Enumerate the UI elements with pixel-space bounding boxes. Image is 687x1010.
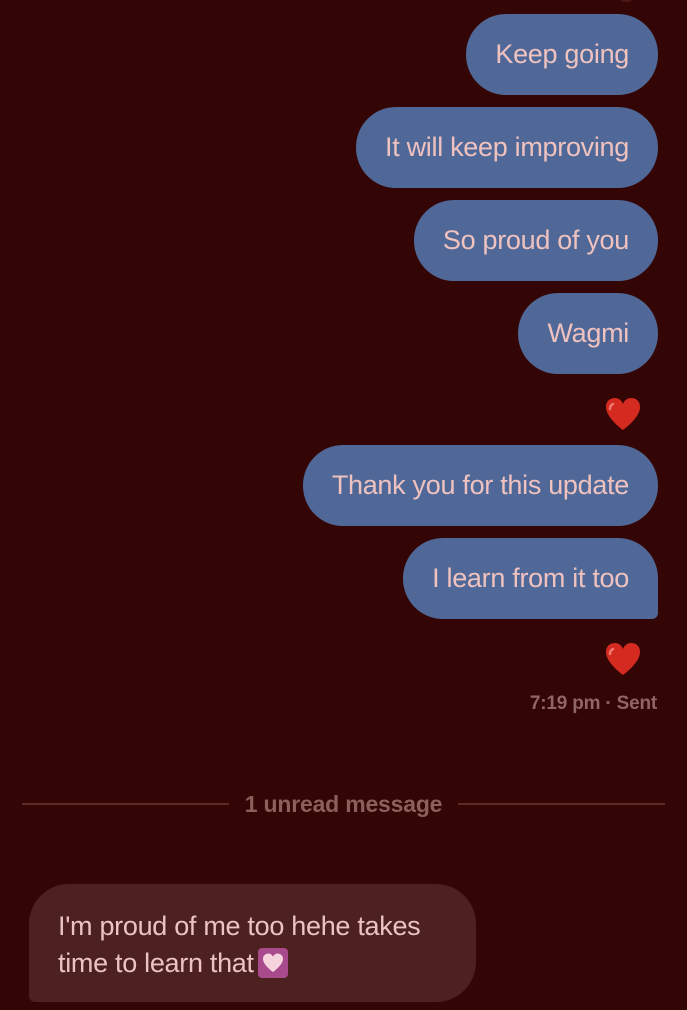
message-text: I learn from it too bbox=[432, 563, 629, 593]
sent-message-bubble[interactable]: I learn from it too bbox=[403, 538, 658, 619]
heart-reaction-icon[interactable] bbox=[604, 396, 642, 432]
sent-message-bubble[interactable]: Thank you for this update bbox=[302, 445, 658, 526]
divider-line bbox=[458, 803, 666, 805]
red-heart-icon bbox=[606, 643, 640, 675]
message-text: Thank you for this update bbox=[331, 470, 629, 500]
message-text: Wagmi bbox=[547, 318, 629, 348]
message-text: So proud of you bbox=[442, 225, 629, 255]
message-status: 7:19 pm · Sent bbox=[529, 693, 657, 714]
divider-line bbox=[22, 803, 229, 805]
chat-screen: Keep going It will keep improving So pro… bbox=[0, 0, 687, 1010]
unread-divider: 1 unread message bbox=[22, 785, 666, 823]
red-heart-icon bbox=[606, 398, 640, 430]
message-text: Keep going bbox=[495, 39, 629, 69]
sent-message-bubble[interactable]: Wagmi bbox=[518, 293, 658, 374]
received-message-bubble[interactable]: I'm proud of me too hehe takes time to l… bbox=[29, 884, 476, 1002]
unread-label: 1 unread message bbox=[244, 790, 443, 817]
sent-message-bubble[interactable]: It will keep improving bbox=[356, 107, 658, 188]
sent-message-bubble[interactable]: So proud of you bbox=[413, 200, 658, 281]
message-text: I'm proud of me too hehe takes time to l… bbox=[58, 911, 421, 978]
sent-message-bubble[interactable]: Keep going bbox=[466, 14, 658, 95]
previous-reaction-hint bbox=[617, 0, 635, 2]
received-message-content: I'm proud of me too hehe takes time to l… bbox=[58, 908, 447, 982]
heart-reaction-icon[interactable] bbox=[604, 641, 642, 677]
message-text: It will keep improving bbox=[385, 132, 629, 162]
pink-heart-icon bbox=[257, 948, 288, 978]
